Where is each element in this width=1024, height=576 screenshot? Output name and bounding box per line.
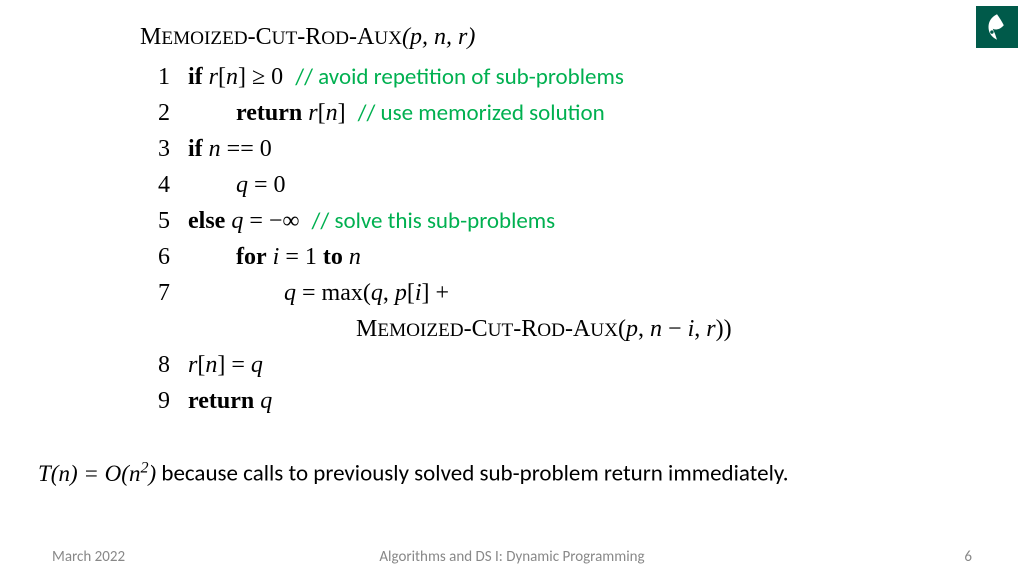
code-line: 9 return q — [140, 383, 964, 419]
slide-footer: March 2022 Algorithms and DS I: Dynamic … — [0, 548, 1024, 566]
code-line: 7 q = max(q, p[i] + — [140, 275, 964, 311]
institution-logo — [976, 6, 1018, 48]
algo-params: (p, n, r) — [402, 24, 475, 50]
complexity-formula: T(n) = O(n2) — [38, 461, 156, 486]
footer-title: Algorithms and DS I: Dynamic Programming — [282, 548, 742, 566]
algo-name: MEMOIZED-CUT-ROD-AUX — [140, 24, 402, 50]
slide-content: MEMOIZED-CUT-ROD-AUX(p, n, r) 1 if r[n] … — [140, 24, 964, 419]
comment: // use memorized solution — [358, 96, 605, 131]
code-line: 3 if n == 0 — [140, 131, 964, 167]
code-line: 2 return r[n] // use memorized solution — [140, 95, 964, 131]
algorithm-title: MEMOIZED-CUT-ROD-AUX(p, n, r) — [140, 24, 964, 51]
complexity-note: T(n) = O(n2) because calls to previously… — [38, 458, 986, 490]
footer-page: 6 — [742, 548, 972, 566]
pseudocode: 1 if r[n] ≥ 0 // avoid repetition of sub… — [140, 59, 964, 419]
code-line: MEMOIZED-CUT-ROD-AUX(p, n − i, r)) — [140, 311, 964, 347]
comment: // solve this sub-problems — [312, 204, 556, 239]
code-line: 4 q = 0 — [140, 167, 964, 203]
code-line: 5 else q = −∞ // solve this sub-problems — [140, 203, 964, 239]
code-line: 8 r[n] = q — [140, 347, 964, 383]
complexity-text: because calls to previously solved sub-p… — [156, 460, 788, 488]
footer-date: March 2022 — [52, 548, 282, 566]
code-line: 1 if r[n] ≥ 0 // avoid repetition of sub… — [140, 59, 964, 95]
code-line: 6 for i = 1 to n — [140, 239, 964, 275]
comment: // avoid repetition of sub-problems — [295, 60, 624, 95]
